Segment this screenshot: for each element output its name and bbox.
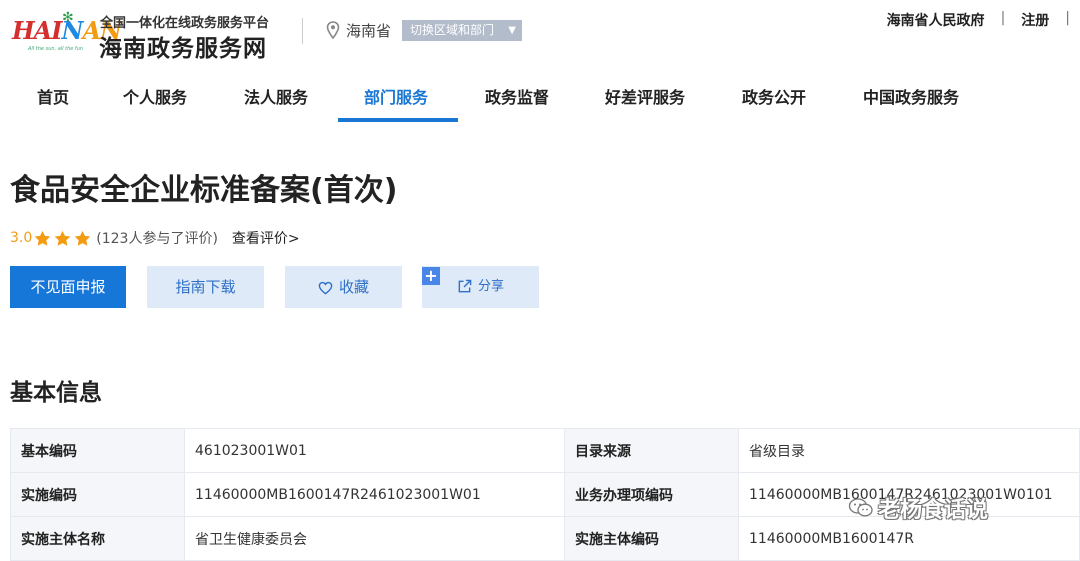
hainan-logo[interactable]: ✻ HAINAN All the sun, all the fun: [12, 10, 92, 56]
star-icon: [34, 230, 51, 247]
table-value: 461023001W01: [185, 429, 565, 473]
favorite-label: 收藏: [339, 278, 369, 296]
nav-item-home[interactable]: 首页: [37, 84, 69, 122]
heart-icon: [318, 281, 333, 295]
gov-link[interactable]: 海南省人民政府: [887, 10, 985, 30]
star-icon: [54, 230, 71, 247]
region-switch-label: 切换区域和部门: [410, 23, 494, 37]
table-value: 省卫生健康委员会: [185, 517, 565, 561]
region-switch-button[interactable]: 切换区域和部门 ▼: [402, 20, 522, 41]
table-value: 11460000MB1600147R2461023001W01: [185, 473, 565, 517]
share-icon: [457, 279, 472, 294]
table-label: 实施主体名称: [11, 517, 185, 561]
chevron-down-icon: ▼: [508, 20, 516, 41]
watermark-text: 老杨食话说: [878, 492, 988, 524]
nav-item-supervision[interactable]: 政务监督: [485, 84, 549, 122]
table-label: 业务办理项编码: [565, 473, 739, 517]
view-reviews-link[interactable]: 查看评价>: [232, 228, 300, 248]
link-separator: |: [1001, 10, 1006, 30]
site-header: ✻ HAINAN All the sun, all the fun 全国一体化在…: [0, 0, 1080, 64]
register-link[interactable]: 注册: [1021, 10, 1049, 30]
basic-info-heading: 基本信息: [10, 373, 102, 407]
main-nav: 首页 个人服务 法人服务 部门服务 政务监督 好差评服务 政务公开 中国政务服务: [0, 78, 1080, 122]
logo-slogan: All the sun, all the fun: [28, 46, 83, 52]
wechat-watermark: 老杨食话说: [848, 492, 988, 524]
link-separator: |: [1065, 10, 1070, 30]
nav-item-corporate[interactable]: 法人服务: [244, 84, 308, 122]
apply-online-button[interactable]: 不见面申报: [10, 266, 126, 308]
active-tab-indicator: [338, 118, 458, 122]
site-title[interactable]: 海南政务服务网: [99, 29, 267, 63]
location-pin-icon: [326, 21, 340, 39]
table-value: 省级目录: [739, 429, 1080, 473]
star-icon: [74, 230, 91, 247]
page-title: 食品安全企业标准备案(首次): [10, 165, 397, 209]
top-links: 海南省人民政府 | 注册 |: [887, 10, 1070, 30]
rating-count: (123人参与了评价): [96, 228, 218, 248]
nav-item-public-affairs[interactable]: 政务公开: [742, 84, 806, 122]
plus-icon[interactable]: +: [422, 267, 440, 285]
header-divider: [302, 18, 303, 44]
share-label: 分享: [478, 279, 504, 294]
table-label: 基本编码: [11, 429, 185, 473]
nav-item-personal[interactable]: 个人服务: [123, 84, 187, 122]
nav-item-china-gov[interactable]: 中国政务服务: [863, 84, 959, 122]
guide-download-button[interactable]: 指南下载: [147, 266, 264, 308]
wechat-icon: [848, 497, 874, 519]
rating-row: 3.0 (123人参与了评价) 查看评价>: [10, 228, 300, 248]
nav-item-department[interactable]: 部门服务: [364, 84, 428, 122]
favorite-button[interactable]: 收藏: [285, 266, 402, 308]
rating-score: 3.0: [10, 230, 32, 246]
nav-item-evaluation[interactable]: 好差评服务: [605, 84, 685, 122]
table-label: 实施编码: [11, 473, 185, 517]
table-label: 目录来源: [565, 429, 739, 473]
current-location: 海南省: [346, 20, 391, 41]
table-row: 基本编码 461023001W01 目录来源 省级目录: [11, 429, 1080, 473]
table-label: 实施主体编码: [565, 517, 739, 561]
